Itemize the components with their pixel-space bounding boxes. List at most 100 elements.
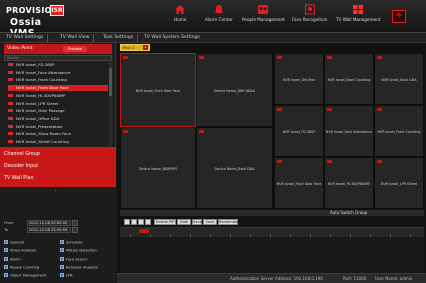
tile-label: NVR Israel_Front Door Face bbox=[276, 182, 322, 186]
tree-item[interactable]: NVR Israel_Presentation bbox=[8, 124, 108, 130]
checkbox-icon[interactable] bbox=[60, 273, 64, 278]
tree-item[interactable]: NVR Israel_HI-3DVP60IMF bbox=[8, 93, 108, 99]
tv-wall-grid: NVR Israel_Front Door Face Device Name_BN… bbox=[120, 53, 424, 209]
tree-item[interactable]: NVR Israel_Face Attendance bbox=[8, 70, 108, 76]
tile-badge-icon bbox=[277, 160, 282, 163]
plan-tab[interactable]: Plan 2 x bbox=[120, 44, 150, 51]
filter-checkbox[interactable]: Object Management bbox=[4, 273, 47, 278]
tree-item[interactable]: NVR Israel_Main Passage bbox=[8, 108, 108, 114]
video-tile[interactable]: NVR Israel_Front Counting bbox=[374, 105, 424, 157]
calendar-icon[interactable] bbox=[72, 227, 78, 233]
to-date-field[interactable]: 2021-12-08 23:59:59 bbox=[27, 227, 71, 233]
tree-item[interactable]: NVR Israel_Front Door Face bbox=[8, 85, 108, 92]
timeline-marker[interactable] bbox=[139, 229, 149, 233]
filter-checkbox[interactable]: Alarm bbox=[4, 256, 21, 262]
control-button[interactable]: Remember bbox=[218, 219, 239, 225]
camera-icon bbox=[8, 109, 13, 113]
tab-tv-wall-settings[interactable]: TV Wall Settings bbox=[2, 34, 49, 42]
video-tile[interactable]: NVR Israel_DevText bbox=[274, 53, 324, 105]
search-placeholder: Search bbox=[7, 56, 20, 60]
tree-item-label: NVR Israel_Front Door Face bbox=[16, 85, 69, 91]
checkbox-icon[interactable] bbox=[60, 256, 64, 261]
server-address: Authentication Server Address: 192.168.0… bbox=[230, 276, 323, 281]
layout-button[interactable] bbox=[131, 219, 137, 225]
filter-checkbox[interactable]: LPR bbox=[60, 273, 73, 278]
filter-checkbox[interactable]: Behavior Analysis bbox=[60, 264, 98, 270]
filter-label: Face Search bbox=[66, 257, 88, 262]
layout-button[interactable] bbox=[124, 219, 130, 225]
nav-people-management[interactable]: People Management bbox=[242, 4, 285, 22]
close-icon[interactable]: x bbox=[143, 45, 148, 50]
video-tile[interactable]: Device Name_BNP NDAA bbox=[196, 53, 273, 127]
preview-button[interactable]: Preview bbox=[63, 46, 87, 52]
control-button[interactable]: Enable PIP bbox=[154, 219, 176, 225]
tabs-row: TV Wall Settings TV Wall View Task Setti… bbox=[0, 33, 426, 43]
video-tile[interactable]: NVR Israel_Back DDA bbox=[374, 53, 424, 105]
layout-button[interactable] bbox=[145, 219, 151, 225]
tile-label: Device Name_BS8P/IPS bbox=[138, 167, 178, 171]
nav-alarm-center[interactable]: Alarm Center bbox=[205, 4, 233, 22]
tree-scrollbar[interactable] bbox=[109, 62, 112, 147]
menu-decoder-input[interactable]: Decoder Input bbox=[4, 164, 38, 169]
tile-label: NVR Israel_Back Counting bbox=[327, 78, 371, 82]
tile-badge-icon bbox=[277, 56, 282, 59]
tree-item[interactable]: NVR Israel_Street Counting bbox=[8, 139, 108, 145]
control-button[interactable]: Save bbox=[192, 219, 202, 225]
tab-tv-wall-system-settings[interactable]: TV Wall System Settings bbox=[140, 34, 204, 42]
video-tile[interactable]: NVR Israel_Front Door Face bbox=[274, 157, 324, 209]
checkbox-icon[interactable] bbox=[60, 240, 64, 244]
menu-channel-group[interactable]: Channel Group bbox=[4, 152, 40, 157]
filter-checkbox[interactable]: Motion Detection bbox=[60, 248, 97, 253]
checkbox-icon[interactable] bbox=[60, 248, 64, 253]
from-date-field[interactable]: 2021-12-08 00:00:00 bbox=[27, 220, 71, 226]
filter-checkbox[interactable]: General bbox=[4, 240, 24, 245]
nav-home[interactable]: Home bbox=[174, 4, 186, 22]
video-tile[interactable]: NVR Israel_Back Counting bbox=[324, 53, 374, 105]
layout-button[interactable] bbox=[138, 219, 144, 225]
filter-label: Behavior Analysis bbox=[66, 265, 98, 270]
tree-item[interactable]: NVR Israel_FD-360P bbox=[8, 62, 108, 68]
nav-face-recognition[interactable]: Face Recognition bbox=[292, 4, 327, 22]
checkbox-icon[interactable] bbox=[60, 264, 64, 269]
scroll-thumb[interactable] bbox=[109, 68, 112, 96]
task-area bbox=[120, 237, 424, 273]
control-button[interactable]: Hide ID bbox=[177, 219, 191, 229]
checkbox-icon[interactable] bbox=[4, 273, 8, 278]
checkbox-icon[interactable] bbox=[4, 264, 8, 269]
tree-item[interactable]: NVR Israel_LPR Street bbox=[8, 101, 108, 107]
tab-tv-wall-view[interactable]: TV Wall View bbox=[56, 34, 95, 42]
timeline[interactable] bbox=[120, 227, 424, 237]
auto-switch-bar: Auto Switch Group bbox=[120, 210, 424, 216]
tree-item[interactable]: NVR Israel_Show Room Face bbox=[8, 131, 108, 137]
video-tile[interactable]: NVR Israel_FD-360P bbox=[274, 105, 324, 157]
video-tile[interactable]: Device Name_Back DDA bbox=[196, 127, 273, 209]
menu-tv-wall-plan[interactable]: TV Wall Plan bbox=[4, 176, 34, 181]
filter-checkbox[interactable]: Video Analysis bbox=[4, 248, 36, 253]
tab-task-settings[interactable]: Task Settings bbox=[99, 34, 139, 42]
checkbox-icon[interactable] bbox=[4, 248, 8, 253]
checkbox-icon[interactable] bbox=[4, 256, 8, 261]
tree-item[interactable]: NVR Israel_Front Counting bbox=[8, 77, 108, 83]
add-module-button[interactable]: + bbox=[392, 10, 406, 23]
collapse-arrow-icon[interactable]: ⌃ bbox=[54, 189, 57, 194]
video-tile[interactable]: Device Name_BS8P/IPS bbox=[120, 127, 196, 209]
video-tile[interactable]: NVR Israel_HI-3DVP60IMF bbox=[324, 157, 374, 209]
tree-item[interactable]: NVR Israel_Office DDA bbox=[8, 116, 108, 122]
calendar-icon[interactable] bbox=[72, 220, 78, 226]
nav-tv-wall-management[interactable]: TV Wall Management bbox=[336, 4, 380, 22]
tile-label: NVR Israel_Front Counting bbox=[377, 130, 421, 134]
camera-icon bbox=[8, 116, 13, 120]
checkbox-icon[interactable] bbox=[4, 240, 8, 244]
filter-checkbox[interactable]: Schedule bbox=[60, 240, 83, 245]
video-tile[interactable]: NVR Israel_Face Attendance bbox=[324, 105, 374, 157]
video-tile[interactable]: NVR Israel_Front Door Face bbox=[120, 53, 196, 127]
filter-checkbox[interactable]: People Counting bbox=[4, 264, 39, 270]
user-name: User Name: admin bbox=[375, 276, 413, 281]
bell-icon bbox=[213, 4, 225, 15]
search-input[interactable]: Search bbox=[4, 55, 112, 61]
video-tile[interactable]: NVR Israel_LPR Street bbox=[374, 157, 424, 209]
camera-icon bbox=[8, 63, 13, 66]
control-button[interactable]: Save as bbox=[203, 219, 217, 229]
tree-item-label: NVR Israel_Main Passage bbox=[16, 108, 65, 114]
filter-checkbox[interactable]: Face Search bbox=[60, 256, 88, 262]
